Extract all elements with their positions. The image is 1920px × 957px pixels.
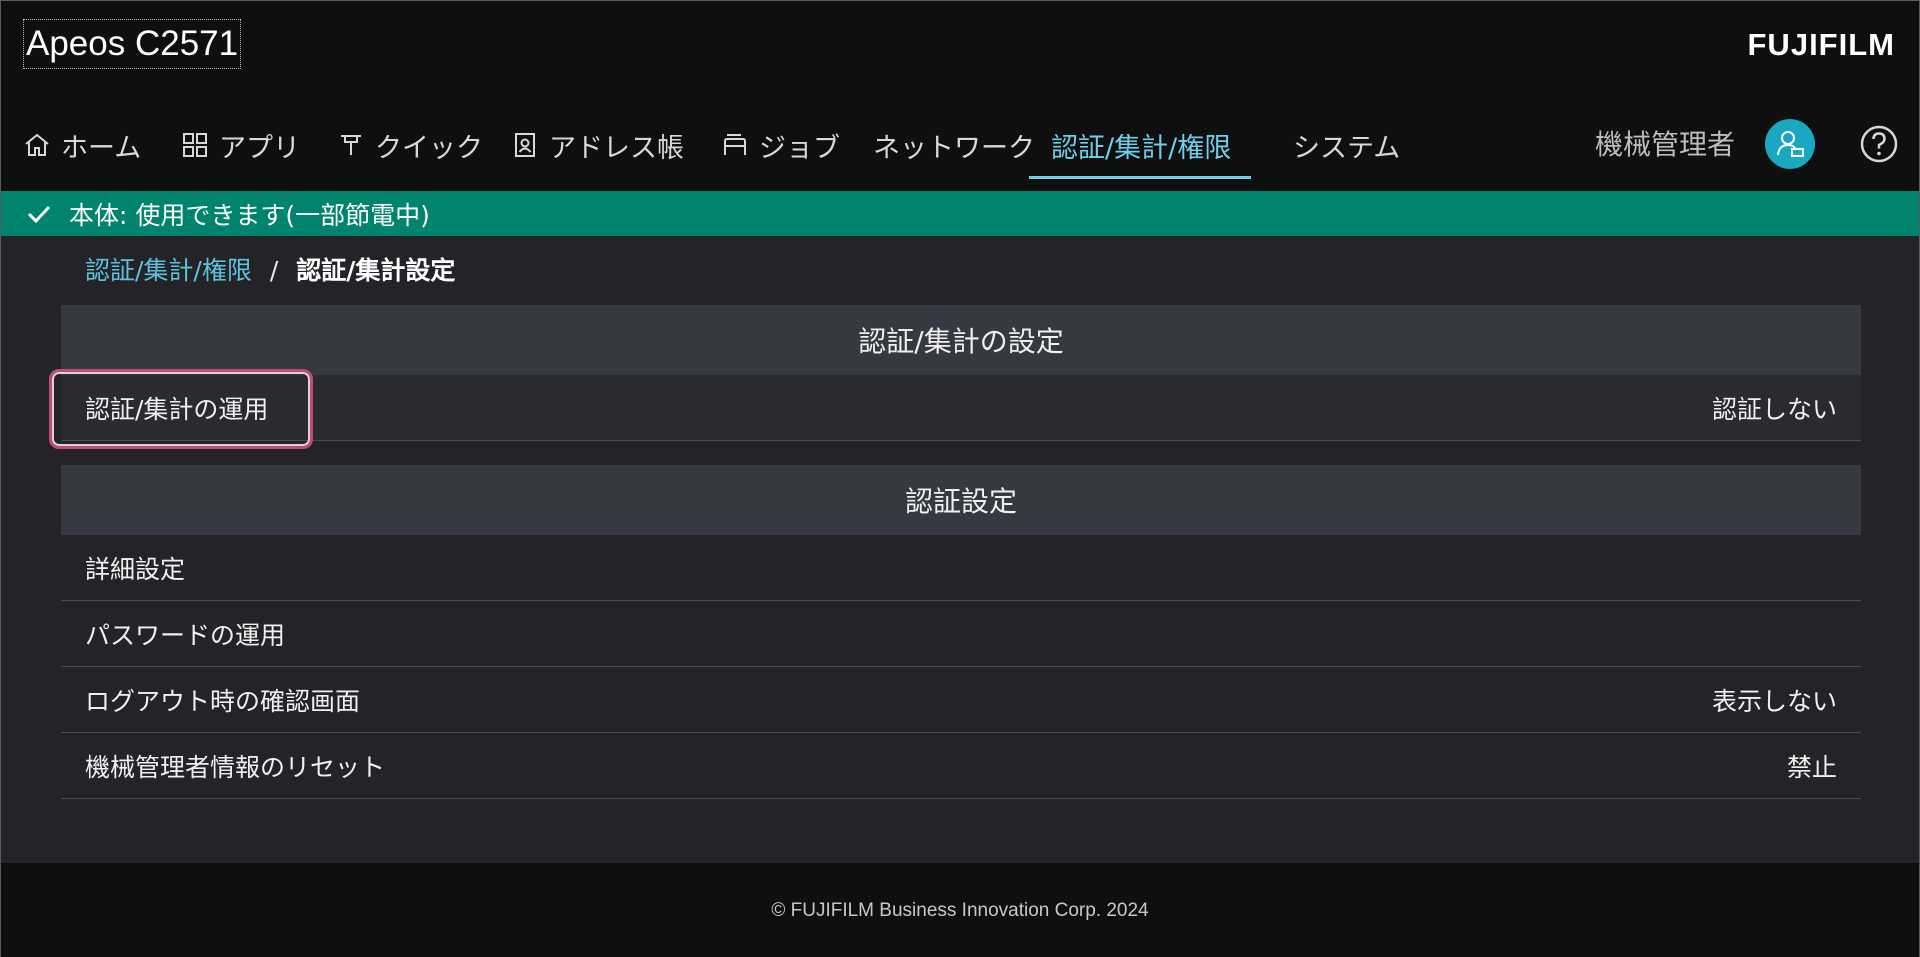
row-label: 詳細設定 xyxy=(85,554,186,584)
nav-item-label: アプリ xyxy=(219,132,300,164)
nav-item-home[interactable]: ホーム xyxy=(23,111,141,179)
row-label: 認証/集計の運用 xyxy=(85,394,269,424)
breadcrumb-parent-link[interactable]: 認証/集計/権限 xyxy=(85,256,252,285)
nav-item-label: ネットワーク xyxy=(873,132,1035,164)
nav-item-label: システム xyxy=(1293,132,1401,164)
nav-item-label: ジョブ xyxy=(759,132,840,164)
nav-item-address-book[interactable]: アドレス帳 xyxy=(511,111,684,179)
settings-row-auth-accounting-mode[interactable]: 認証/集計の運用 認証しない xyxy=(61,375,1861,441)
nav-item-label: クイック xyxy=(375,132,483,164)
model-name: Apeos C2571 xyxy=(23,19,242,69)
row-label: ログアウト時の確認画面 xyxy=(85,686,361,716)
admin-label[interactable]: 機械管理者 xyxy=(1595,121,1735,169)
row-value: 表示しない xyxy=(1711,686,1837,716)
row-label: 機械管理者情報のリセット xyxy=(85,752,386,782)
nav-item-apps[interactable]: アプリ xyxy=(181,111,300,179)
apps-icon xyxy=(181,131,209,159)
nav-item-label: アドレス帳 xyxy=(549,132,684,164)
page: Apeos C2571 FUJIFILM ホーム アプリ クイック アドレス帳 … xyxy=(0,0,1920,957)
check-icon xyxy=(25,200,53,228)
header: Apeos C2571 FUJIFILM ホーム アプリ クイック アドレス帳 … xyxy=(1,1,1919,191)
address-book-icon xyxy=(511,131,539,159)
nav-item-job[interactable]: ジョブ xyxy=(721,111,840,179)
nav-item-label: ホーム xyxy=(61,132,142,164)
status-text: 本体: 使用できます(一部節電中) xyxy=(69,200,430,230)
settings-row-password[interactable]: パスワードの運用 xyxy=(61,601,1861,667)
copyright: © FUJIFILM Business Innovation Corp. 202… xyxy=(771,899,1149,921)
footer: © FUJIFILM Business Innovation Corp. 202… xyxy=(1,863,1919,957)
row-label: パスワードの運用 xyxy=(85,620,286,650)
home-icon xyxy=(23,131,51,159)
nav-item-quick[interactable]: クイック xyxy=(337,111,483,179)
settings-row-detail[interactable]: 詳細設定 xyxy=(61,535,1861,601)
row-value: 禁止 xyxy=(1786,752,1837,782)
help-icon[interactable] xyxy=(1859,124,1899,164)
settings-row-admin-reset[interactable]: 機械管理者情報のリセット 禁止 xyxy=(61,733,1861,799)
row-value: 認証しない xyxy=(1711,394,1837,424)
nav-item-network[interactable]: ネットワーク xyxy=(873,111,1035,179)
breadcrumb-current: 認証/集計設定 xyxy=(296,256,456,285)
section-header-auth-accounting: 認証/集計の設定 xyxy=(61,305,1861,375)
breadcrumb: 認証/集計/権限 / 認証/集計設定 xyxy=(85,253,455,289)
nav-item-label: 認証/集計/権限 xyxy=(1051,132,1232,164)
nav-item-auth[interactable]: 認証/集計/権限 xyxy=(1028,111,1252,179)
breadcrumb-separator: / xyxy=(269,256,279,285)
status-bar: 本体: 使用できます(一部節電中) xyxy=(1,191,1919,236)
quick-icon xyxy=(337,131,365,159)
nav-item-system[interactable]: システム xyxy=(1293,111,1400,179)
main-content: 認証/集計/権限 / 認証/集計設定 認証/集計の設定 認証/集計の運用 認証しない… xyxy=(1,236,1919,863)
admin-user-icon[interactable] xyxy=(1765,119,1815,169)
brand-logo: FUJIFILM xyxy=(1747,27,1895,62)
settings-row-logout-confirm[interactable]: ログアウト時の確認画面 表示しない xyxy=(61,667,1861,733)
section-header-auth-settings: 認証設定 xyxy=(61,465,1861,535)
job-icon xyxy=(721,131,749,159)
